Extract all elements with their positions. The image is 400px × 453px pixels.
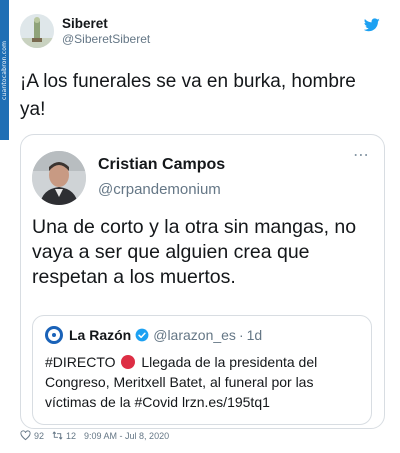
nested-display-name[interactable]: La Razón xyxy=(69,327,131,343)
quoted-author[interactable]: Cristian Campos @crpandemonium xyxy=(32,151,225,205)
tweet-footer: 92 12 9:09 AM - Jul 8, 2020 xyxy=(20,430,177,441)
twitter-bird-icon[interactable] xyxy=(364,18,380,32)
more-options-icon[interactable]: ⋯ xyxy=(353,145,370,165)
hashtag-directo[interactable]: #DIRECTO xyxy=(45,354,116,370)
red-circle-icon xyxy=(121,355,136,369)
author-handle[interactable]: @SiberetSiberet xyxy=(62,32,150,47)
la-razon-logo-icon[interactable] xyxy=(45,326,63,344)
quoted-handle[interactable]: @crpandemonium xyxy=(98,178,225,202)
heart-icon xyxy=(20,430,31,441)
quoted-tweet[interactable]: Cristian Campos @crpandemonium ⋯ Una de … xyxy=(20,134,385,429)
nested-text: #DIRECTO Llegada de la presidenta del Co… xyxy=(45,352,365,412)
nested-separator: · xyxy=(238,327,244,343)
author-display-name[interactable]: Siberet xyxy=(62,16,150,32)
like-action[interactable]: 92 xyxy=(20,430,44,441)
tweet-author[interactable]: Siberet @SiberetSiberet xyxy=(20,14,150,48)
quoted-avatar[interactable] xyxy=(32,151,86,205)
retweet-action[interactable]: 12 xyxy=(52,430,76,441)
avatar[interactable] xyxy=(20,14,54,48)
retweet-count: 12 xyxy=(66,430,77,441)
quoted-display-name[interactable]: Cristian Campos xyxy=(98,154,225,176)
tweet-text: ¡A los funerales se va en burka, hombre … xyxy=(20,71,356,120)
like-count: 92 xyxy=(34,430,45,441)
quoted-text: Una de corto y la otra sin mangas, no va… xyxy=(32,216,357,288)
nested-time[interactable]: 1d xyxy=(247,327,263,343)
avatar-image xyxy=(20,14,54,48)
nested-quoted-tweet[interactable]: La Razón @larazon_es · 1d #DIRECTO Llega… xyxy=(32,315,372,425)
retweet-icon xyxy=(52,431,63,440)
timestamp[interactable]: 9:09 AM - Jul 8, 2020 xyxy=(84,431,169,441)
verified-badge-icon xyxy=(135,328,149,342)
nested-handle[interactable]: @larazon_es xyxy=(153,327,236,343)
tweet-card: Siberet @SiberetSiberet ¡A los funerales… xyxy=(0,0,400,453)
quoted-avatar-image xyxy=(32,151,86,205)
